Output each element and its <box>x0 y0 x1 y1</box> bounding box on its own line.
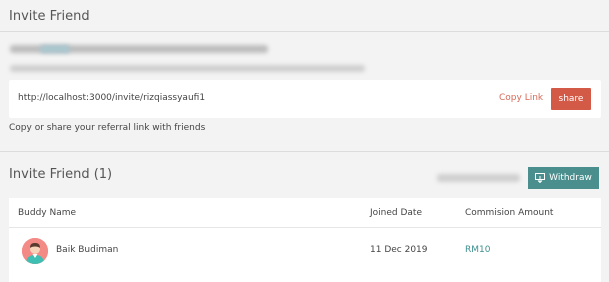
referral-helper-text: Copy or share your referral link with fr… <box>9 123 206 133</box>
referral-link-box: http://localhost:3000/invite/rizqiassyau… <box>9 80 601 118</box>
withdraw-label: Withdraw <box>549 173 592 183</box>
divider <box>0 151 609 152</box>
copy-link-button[interactable]: Copy Link <box>499 93 543 103</box>
column-header-buddy-name: Buddy Name <box>18 208 77 218</box>
row-buddy-name: Baik Budiman <box>56 245 119 255</box>
invite-section-title: Invite Friend <box>9 9 90 24</box>
row-commission-amount: RM10 <box>465 245 491 255</box>
user-avatar <box>22 238 48 264</box>
friends-section-title: Invite Friend (1) <box>9 167 113 182</box>
redacted-balance <box>437 174 520 182</box>
referral-link-url: http://localhost:3000/invite/rizqiassyau… <box>18 93 206 103</box>
divider <box>0 31 609 32</box>
column-header-joined-date: Joined Date <box>370 208 422 218</box>
column-header-commission-amount: Commision Amount <box>465 208 554 218</box>
table-header: Buddy Name Joined Date Commision Amount <box>9 198 601 228</box>
row-joined-date: 11 Dec 2019 <box>370 245 428 255</box>
share-button[interactable]: share <box>551 88 591 110</box>
redacted-heading-highlight <box>40 45 70 53</box>
withdraw-icon <box>535 173 546 183</box>
redacted-description <box>10 65 365 72</box>
withdraw-button[interactable]: Withdraw <box>528 167 599 189</box>
friends-table: Buddy Name Joined Date Commision Amount … <box>9 198 601 282</box>
